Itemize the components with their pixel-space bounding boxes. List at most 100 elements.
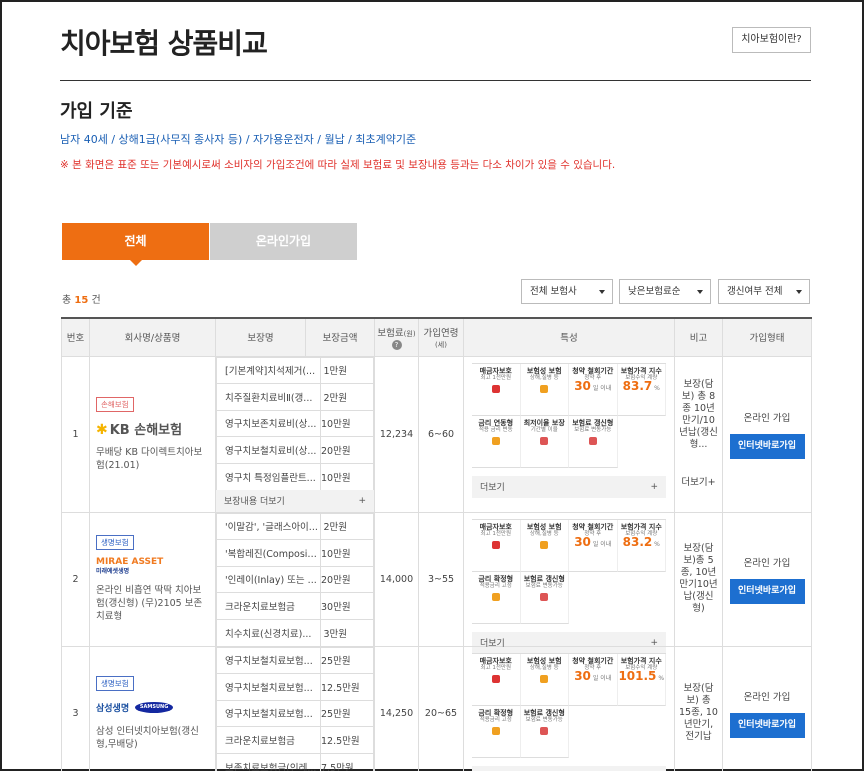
features-more-link[interactable]: 더보기+ <box>472 475 666 498</box>
rate-or-renewal: 최저이율 보장 기간별 이율 <box>520 415 569 468</box>
product-comparison-table: 번호 회사명/상품명 보장명 보장금액 보험료(원) ? 가입연령 (세) 특성… <box>61 317 812 771</box>
result-count-prefix: 총 <box>62 295 72 306</box>
insurer-type-badge: 손해보험 <box>96 396 134 412</box>
header-features: 특성 <box>463 317 675 357</box>
chevron-down-icon <box>697 290 703 294</box>
tab-online-join[interactable]: 온라인가입 <box>210 223 357 260</box>
row-number: 2 <box>61 511 90 647</box>
shield-icon <box>540 540 549 549</box>
join-type-label: 온라인 가입 <box>743 691 791 703</box>
protection-type-title: 보험성 보험 <box>526 522 562 531</box>
coin-icon <box>491 436 500 445</box>
coverage-item: 영구치보철치료보험... 12.5만원 <box>216 673 374 701</box>
help-icon[interactable]: ? <box>391 339 402 350</box>
insurer-filter-value: 전체 보험사 <box>530 286 577 297</box>
coverage-name[interactable]: '이말감', '글래스아이... <box>216 512 321 540</box>
coverage-amount: 25만원 <box>320 699 374 727</box>
renewal-type: 보험료 갱신형 보험료 변동가능 <box>569 415 618 468</box>
product-name[interactable]: 삼성 인터넷치아보험(갱신형,무배당) <box>96 725 209 751</box>
table-row: 1 손해보험 ✱ KB 손해보험 무배당 KB 다이렉트치아보험(21.01) [… <box>61 355 812 513</box>
coverage-name[interactable]: 치수치료(신경치료)... <box>216 618 321 646</box>
coverage-name[interactable]: 보존치료보험금(인레... <box>216 752 321 771</box>
coverage-amount: 2만원 <box>320 512 374 540</box>
protection-type: 보험성 보험 상해,질병 등 <box>520 363 569 416</box>
logo-text: 삼성생명 <box>96 704 130 714</box>
protection-icon <box>491 674 500 683</box>
tab-all[interactable]: 전체 <box>62 223 209 266</box>
coverage-amount: 10만원 <box>320 409 374 437</box>
price-index-value: 101.5 % <box>618 668 665 683</box>
premium-value: 14,250 <box>374 645 419 771</box>
coverage-name[interactable]: 영구치 특정임플란트... <box>216 462 321 490</box>
title-divider <box>60 80 811 81</box>
remark-cell: 보장(담보) 총 15종, 10년만기, 전기납 <box>674 645 723 771</box>
coverage-list: [기본계약]치석제거(... 1만원 치주질환치료비Ⅱ(갱... 2만원 영구치보존치료… <box>216 356 374 490</box>
features-more-link[interactable]: 더보기+ <box>472 765 666 771</box>
coverage-name[interactable]: '인레이(Inlay) 또는 ... <box>216 565 321 593</box>
protection-type-title: 보험성 보험 <box>526 366 562 375</box>
cooling-off-unit: 일 이내 <box>590 674 612 682</box>
remark-more-link[interactable]: 더보기+ <box>679 477 718 489</box>
coverage-item: '이말감', '글래스아이... 2만원 <box>216 512 374 540</box>
internet-join-button[interactable]: 인터넷바로가입 <box>729 433 805 459</box>
coverage-name[interactable]: 영구치보철치료비(상... <box>216 436 321 464</box>
price-index-title: 보험가격 지수 <box>620 656 662 665</box>
coverage-amount: 7.5만원 <box>320 752 374 771</box>
depositor-protection-sub: 최고 1천만원 <box>480 664 512 671</box>
premium-value: 14,000 <box>374 511 419 647</box>
coverage-name[interactable]: '복합레진(Composit... <box>216 539 321 567</box>
internet-join-button[interactable]: 인터넷바로가입 <box>729 578 805 604</box>
coverage-name[interactable]: 영구치보철치료보험... <box>216 673 321 701</box>
cooling-off-period-title: 청약 철회기간 <box>572 522 614 531</box>
price-index-unit: % <box>652 540 660 548</box>
product-name[interactable]: 무배당 KB 다이렉트치아보험(21.01) <box>96 446 209 472</box>
interest-type-sub: 적용금리 고정 <box>479 582 512 589</box>
coverage-name[interactable]: 치주질환치료비Ⅱ(갱... <box>216 383 321 411</box>
cooling-off-period-value: 30 일 이내 <box>574 668 612 683</box>
sort-select[interactable]: 낮은보험료순 <box>619 279 711 304</box>
features-cell: 매금자보호 최고 1천만원 보험성 보험 상해,질병 등 청약 철회기간 청약 후 30 일… <box>463 645 675 771</box>
coverage-name[interactable]: 영구치보철치료보험... <box>216 699 321 727</box>
price-index-title: 보험가격 지수 <box>620 522 662 531</box>
rate-or-renewal-sub: 보험료 변동가능 <box>525 716 563 723</box>
logo-text: MIRAE ASSET <box>96 557 164 567</box>
coverage-amount: 20만원 <box>320 565 374 593</box>
cooling-off-period-title: 청약 철회기간 <box>572 366 614 375</box>
more-coverage-link[interactable]: 보장내용 더보기 + <box>216 489 374 512</box>
coverage-name[interactable]: 크라운치료보험금 <box>216 726 321 754</box>
coverage-name[interactable]: [기본계약]치석제거(... <box>216 356 321 384</box>
coverage-amount: 12.5만원 <box>320 673 374 701</box>
insurer-filter-select[interactable]: 전체 보험사 <box>521 279 613 304</box>
remark-text: 보장(담보) 총 15종, 10년만기, 전기납 <box>679 683 718 742</box>
renewal-filter-select[interactable]: 갱신여부 전체 <box>718 279 810 304</box>
features-more-label: 더보기 <box>480 483 505 493</box>
coverage-name[interactable]: 영구치보철치료보험... <box>216 646 321 674</box>
dental-insurance-info-button[interactable]: 치아보험이란? <box>732 27 811 53</box>
coverage-list: 영구치보철치료보험... 25만원 영구치보철치료보험... 12.5만원 영구치보철치… <box>216 646 374 771</box>
protection-type-title: 보험성 보험 <box>526 656 562 665</box>
rate-or-renewal-sub: 기간별 이율 <box>530 426 558 433</box>
join-type-cell: 온라인 가입 인터넷바로가입 <box>722 645 812 771</box>
coverage-item: '인레이(Inlay) 또는 ... 20만원 <box>216 565 374 593</box>
coverage-item: 영구치보철치료보험... 25만원 <box>216 646 374 674</box>
chevron-down-icon <box>796 290 802 294</box>
company-product-cell: 생명보험 삼성생명 SAMSUNG 삼성 인터넷치아보험(갱신형,무배당) <box>89 645 216 771</box>
header-amount: 보장금액 <box>305 317 375 357</box>
cooling-off-period-title: 청약 철회기간 <box>572 656 614 665</box>
coverage-item: 크라운치료보험금 12.5만원 <box>216 726 374 754</box>
features-panel: 매금자보호 최고 1천만원 보험성 보험 상해,질병 등 청약 철회기간 청약 후 30 일… <box>464 357 674 498</box>
rate-or-renewal-title: 보험료 갱신형 <box>523 708 565 717</box>
logo-subtext: 미래에셋생명 <box>96 568 130 575</box>
coverage-name[interactable]: 크라운치료보험금 <box>216 592 321 620</box>
header-premium-label: 보험료 <box>377 327 404 339</box>
coverage-name[interactable]: 영구치보존치료비(상... <box>216 409 321 437</box>
samsung-oval-logo: SAMSUNG <box>135 702 174 713</box>
internet-join-button[interactable]: 인터넷바로가입 <box>729 712 805 738</box>
remark-cell: 보장(담보)총 5종, 10년만기10년납(갱신형) <box>674 511 723 647</box>
features-panel: 매금자보호 최고 1천만원 보험성 보험 상해,질병 등 청약 철회기간 청약 후 30 일… <box>464 513 674 654</box>
features-cell: 매금자보호 최고 1천만원 보험성 보험 상해,질병 등 청약 철회기간 청약 후 30 일… <box>463 511 675 654</box>
product-name[interactable]: 온라인 비흡연 딱딱 치아보험(갱신형) (무)2105 보존치료형 <box>96 584 209 623</box>
cooling-off-period: 청약 철회기간 청약 후 30 일 이내 <box>569 363 618 416</box>
features-more-label: 더보기 <box>480 639 505 649</box>
coverage-amount: 12.5만원 <box>320 726 374 754</box>
